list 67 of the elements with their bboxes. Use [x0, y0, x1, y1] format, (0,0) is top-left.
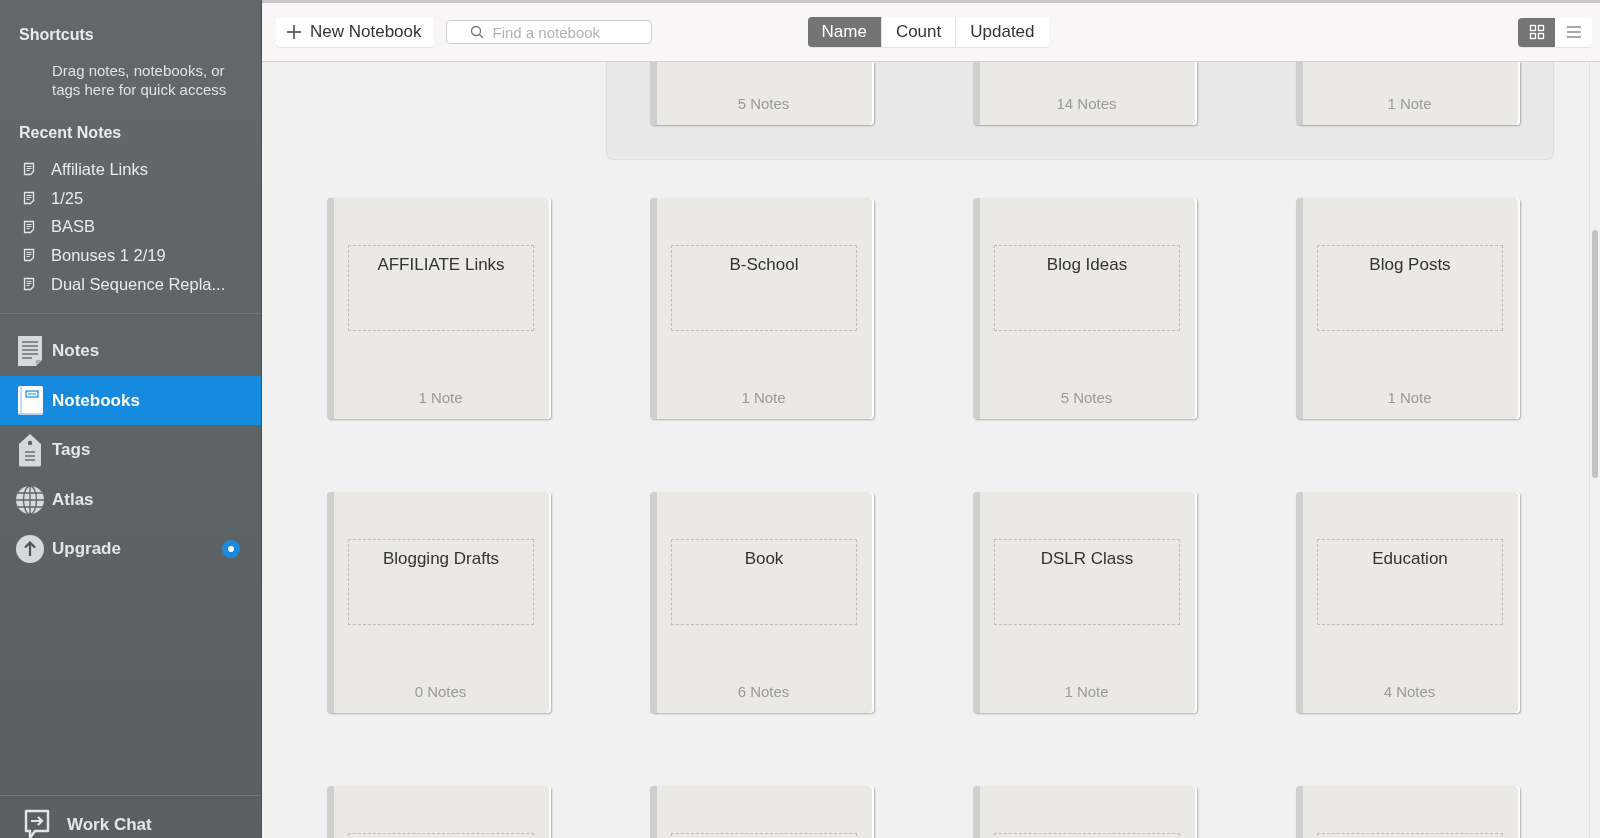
notebook-card[interactable]: Blogging Drafts 0 Notes: [327, 492, 551, 713]
list-icon: [1565, 24, 1582, 40]
sort-tab[interactable]: Updated: [955, 17, 1049, 47]
notebook-title: Education: [1372, 549, 1448, 570]
recent-note-link[interactable]: Dual Sequence Repla...: [51, 274, 226, 294]
note-count: 5 Notes: [737, 95, 790, 112]
notebook-title: Blogging Drafts: [382, 549, 500, 570]
notebook-card[interactable]: [327, 786, 551, 838]
notebook-card[interactable]: Blog Posts 1 Note: [1296, 198, 1520, 419]
section-title: Shortcuts: [18, 25, 95, 44]
sidebar-nav-item[interactable]: Tags: [0, 425, 261, 475]
work-chat-button[interactable]: Work Chat: [0, 795, 261, 838]
notebook-card[interactable]: [973, 786, 1197, 838]
sidebar-nav-item[interactable]: Atlas: [0, 474, 261, 525]
notebook-card[interactable]: Education 4 Notes: [1296, 492, 1520, 713]
notebook-card[interactable]: DSLR Class 1 Note: [973, 492, 1197, 713]
document-icon: [15, 335, 45, 368]
search-icon: [469, 25, 484, 39]
arrow-up-icon: [15, 534, 45, 565]
note-icon: [23, 219, 35, 234]
search-field[interactable]: Find a notebook: [445, 20, 652, 44]
notebook-card[interactable]: [1296, 786, 1520, 838]
note-icon: [23, 248, 35, 263]
sort-tab[interactable]: Name: [807, 17, 881, 47]
grid-icon: [1528, 24, 1545, 40]
sidebar-nav-item[interactable]: Upgrade: [0, 524, 261, 574]
notebook-card[interactable]: [650, 786, 874, 838]
notebook-title: Book: [744, 549, 784, 570]
notebook-title: DSLR Class: [1040, 549, 1134, 570]
new-notebook-button[interactable]: New Notebook: [276, 17, 434, 47]
recent-note-link[interactable]: Bonuses 1 2/19: [51, 245, 166, 265]
note-count: 1 Note: [1387, 389, 1432, 406]
note-icon: [23, 162, 35, 177]
shortcuts-hint: Drag notes, notebooks, or tags here for quick access: [51, 61, 228, 99]
recent-note-link[interactable]: Affiliate Links: [51, 159, 148, 179]
note-count: 14 Notes: [1056, 95, 1117, 112]
recent-note-link[interactable]: 1/25: [51, 188, 84, 208]
sort-tab[interactable]: Count: [880, 17, 956, 47]
notebook-title: AFFILIATE Links: [377, 255, 505, 276]
sidebar-nav-item[interactable]: Notes: [0, 326, 261, 376]
scroll-thumb[interactable]: [1592, 230, 1598, 478]
notebook-card[interactable]: Blog Ideas 5 Notes: [973, 198, 1197, 419]
notebook-card[interactable]: B-School 1 Note: [650, 198, 874, 419]
notebook-title: Blog Ideas: [1046, 255, 1128, 276]
note-count: 1 Note: [1064, 683, 1109, 700]
note-count: 5 Notes: [1060, 389, 1113, 406]
note-icon: [23, 191, 35, 206]
notebook-title: Blog Posts: [1369, 255, 1451, 276]
chat-icon: [23, 809, 51, 838]
list-view-button[interactable]: [1555, 17, 1592, 47]
notebook-card[interactable]: Book 6 Notes: [650, 492, 874, 713]
note-count: 1 Note: [741, 389, 786, 406]
plus-icon: [286, 24, 302, 40]
notebook-icon: [15, 384, 45, 417]
globe-icon: [15, 484, 45, 515]
section-title: Recent Notes: [18, 123, 123, 142]
note-count: 6 Notes: [737, 683, 790, 700]
note-count: 4 Notes: [1383, 683, 1436, 700]
note-count: 1 Note: [418, 389, 463, 406]
note-count: 0 Notes: [414, 683, 467, 700]
grid-view-button[interactable]: [1518, 17, 1555, 47]
sidebar-nav-item[interactable]: Notebooks: [0, 375, 261, 426]
notebook-card[interactable]: AFFILIATE Links 1 Note: [327, 198, 551, 419]
notebook-title: B-School: [729, 255, 799, 276]
recent-note-link[interactable]: BASB: [51, 217, 96, 237]
note-icon: [23, 277, 35, 292]
note-count: 1 Note: [1387, 95, 1432, 112]
